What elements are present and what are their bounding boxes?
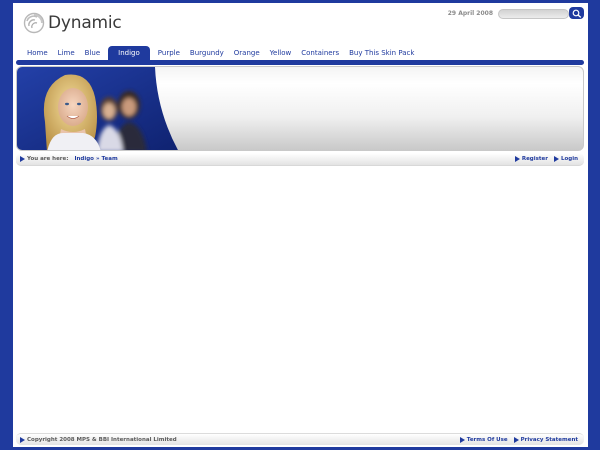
arrow-right-icon	[514, 156, 520, 162]
arrow-right-icon	[20, 156, 25, 162]
nav-item-containers[interactable]: Containers	[296, 46, 344, 60]
nav-item-blue[interactable]: Blue	[80, 46, 106, 60]
breadcrumb-item-team[interactable]: Team	[102, 156, 118, 162]
login-link[interactable]: Login	[561, 156, 578, 162]
search-button[interactable]	[569, 7, 584, 19]
swirl-logo-icon	[23, 12, 45, 34]
search-input[interactable]	[498, 9, 569, 19]
nav-item-yellow[interactable]: Yellow	[265, 46, 297, 60]
nav-underline-bar	[16, 60, 584, 65]
copyright-text: Copyright 2008 MPS & BBI International L…	[27, 437, 177, 443]
header-banner	[16, 66, 584, 151]
arrow-right-icon	[513, 437, 519, 443]
account-links: Register Login	[514, 156, 578, 162]
breadcrumb-item-indigo[interactable]: Indigo	[74, 156, 94, 162]
breadcrumb-separator: »	[95, 156, 100, 162]
terms-link[interactable]: Terms Of Use	[467, 437, 508, 443]
breadcrumb: You are here: Indigo » Team	[20, 156, 118, 162]
arrow-right-icon	[553, 156, 559, 162]
arrow-right-icon	[20, 437, 25, 443]
magnifier-icon	[572, 9, 581, 18]
footer-copyright: Copyright 2008 MPS & BBI International L…	[20, 437, 177, 443]
nav-item-home[interactable]: Home	[22, 46, 53, 60]
nav-item-buy-skin-pack[interactable]: Buy This Skin Pack	[344, 46, 419, 60]
main-nav: Home Lime Blue Indigo Purple Burgundy Or…	[22, 46, 419, 60]
logo[interactable]: Dynamic	[23, 12, 122, 34]
nav-item-indigo[interactable]: Indigo	[108, 46, 150, 60]
privacy-link[interactable]: Privacy Statement	[521, 437, 578, 443]
footer-bar: Copyright 2008 MPS & BBI International L…	[16, 433, 584, 445]
footer-links: Terms Of Use Privacy Statement	[459, 437, 578, 443]
breadcrumb-bar: You are here: Indigo » Team Register Log…	[16, 153, 584, 166]
page-container: Dynamic 29 April 2008 Home Lime Blue Ind…	[13, 3, 588, 447]
register-link[interactable]: Register	[522, 156, 548, 162]
arrow-right-icon	[459, 437, 465, 443]
nav-item-lime[interactable]: Lime	[53, 46, 80, 60]
nav-item-burgundy[interactable]: Burgundy	[185, 46, 229, 60]
nav-item-purple[interactable]: Purple	[153, 46, 185, 60]
nav-item-orange[interactable]: Orange	[229, 46, 265, 60]
breadcrumb-prefix: You are here:	[27, 156, 69, 162]
team-photo-image	[17, 67, 178, 150]
date-display: 29 April 2008	[447, 10, 493, 17]
logo-text: Dynamic	[48, 13, 122, 33]
